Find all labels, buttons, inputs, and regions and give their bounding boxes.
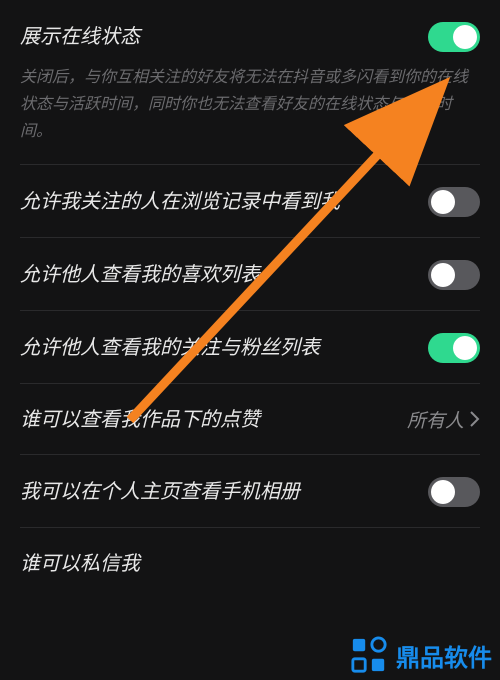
follow-fans-toggle[interactable] <box>428 333 480 363</box>
private-message-label: 谁可以私信我 <box>20 550 480 578</box>
work-likes-label: 谁可以查看我作品下的点赞 <box>20 406 407 434</box>
online-status-label: 展示在线状态 <box>20 23 428 51</box>
work-likes-value: 所有人 <box>407 406 464 433</box>
online-status-row: 展示在线状态 <box>20 0 480 60</box>
follow-fans-row: 允许他人查看我的关注与粉丝列表 <box>20 311 480 384</box>
album-view-row: 我可以在个人主页查看手机相册 <box>20 455 480 528</box>
watermark-text: 鼎品软件 <box>396 638 492 673</box>
album-view-label: 我可以在个人主页查看手机相册 <box>20 478 428 506</box>
toggle-knob <box>431 263 455 287</box>
online-status-toggle[interactable] <box>428 22 480 52</box>
toggle-knob <box>453 336 477 360</box>
chevron-right-icon <box>470 407 480 433</box>
work-likes-row[interactable]: 谁可以查看我作品下的点赞 所有人 <box>20 384 480 455</box>
toggle-knob <box>431 190 455 214</box>
likes-list-label: 允许他人查看我的喜欢列表 <box>20 261 428 289</box>
likes-list-row: 允许他人查看我的喜欢列表 <box>20 238 480 311</box>
album-view-toggle[interactable] <box>428 477 480 507</box>
private-message-row[interactable]: 谁可以私信我 <box>20 528 480 598</box>
follow-fans-label: 允许他人查看我的关注与粉丝列表 <box>20 334 428 362</box>
toggle-knob <box>431 480 455 504</box>
work-likes-value-group: 所有人 <box>407 406 480 433</box>
toggle-knob <box>453 25 477 49</box>
watermark-logo-icon <box>350 636 388 674</box>
likes-list-toggle[interactable] <box>428 260 480 290</box>
browsing-history-label: 允许我关注的人在浏览记录中看到我 <box>20 188 428 216</box>
online-status-description: 关闭后，与你互相关注的好友将无法在抖音或多闪看到你的在线状态与活跃时间，同时你也… <box>20 64 480 165</box>
browsing-history-toggle[interactable] <box>428 187 480 217</box>
watermark: 鼎品软件 <box>350 636 492 674</box>
browsing-history-row: 允许我关注的人在浏览记录中看到我 <box>20 165 480 238</box>
